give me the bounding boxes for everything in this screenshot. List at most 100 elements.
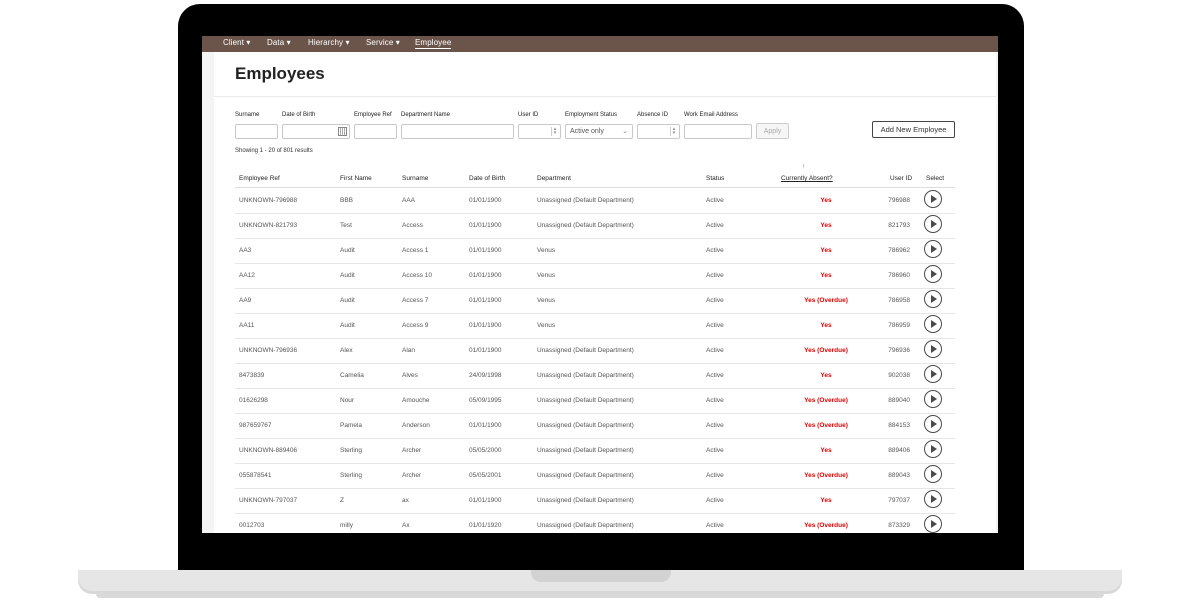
col-employee-ref[interactable]: Employee Ref (239, 175, 280, 182)
cell-dob: 01/01/1900 (469, 347, 502, 354)
cell-first-name: BBB (340, 197, 354, 204)
col-status[interactable]: Status (706, 175, 724, 182)
cell-dob: 01/01/1900 (469, 247, 502, 254)
cell-user-id: 889043 (888, 472, 910, 479)
cell-surname: Archer (402, 472, 422, 479)
sort-arrow-icon: ↑ (802, 164, 805, 170)
table-row: AA3 Audit Access 1 01/01/1900 Venus Active Yes… (235, 238, 955, 264)
cell-surname: AAA (402, 197, 416, 204)
absence-id-input[interactable]: ▴ ▾ (637, 124, 680, 139)
cell-status: Active (706, 497, 724, 504)
cell-department: Unassigned (Default Department) (537, 222, 634, 229)
nav-employee[interactable]: Employee (415, 38, 452, 49)
cell-first-name: Audit (340, 272, 355, 279)
table-row: 055878541 Sterling Archer 05/05/2001 Unassig… (235, 463, 955, 489)
cell-dob: 05/05/2000 (469, 447, 502, 454)
cell-department: Unassigned (Default Department) (537, 447, 634, 454)
nav-hierarchy[interactable]: Hierarchy ▾ (308, 38, 350, 47)
col-currently-absent[interactable]: Currently Absent? (781, 175, 833, 182)
main-content: Employees Surname Date of Birth Employee… (214, 52, 996, 533)
select-play-icon[interactable] (924, 490, 942, 508)
col-department[interactable]: Department (537, 175, 571, 182)
laptop-shadow (96, 594, 1104, 598)
cell-status: Active (706, 297, 724, 304)
department-input[interactable] (401, 124, 514, 139)
select-play-icon[interactable] (924, 315, 942, 333)
user-id-label: User ID (518, 112, 539, 118)
cell-dob: 01/01/1900 (469, 497, 502, 504)
cell-employee-ref: AA9 (239, 297, 252, 304)
cell-surname: Access (402, 222, 423, 229)
select-play-icon[interactable] (924, 340, 942, 358)
cell-department: Unassigned (Default Department) (537, 522, 634, 529)
title-bar: Employees (214, 52, 996, 97)
cell-status: Active (706, 197, 724, 204)
cell-employee-ref: 055878541 (239, 472, 272, 479)
table-row: UNKNOWN-889406 Sterling Archer 05/05/2000 Un… (235, 438, 955, 464)
cell-employee-ref: UNKNOWN-889406 (239, 447, 298, 454)
cell-user-id: 786960 (888, 272, 910, 279)
apply-button[interactable]: Apply (756, 123, 789, 139)
select-play-icon[interactable] (924, 465, 942, 483)
cell-status: Active (706, 272, 724, 279)
select-play-icon[interactable] (924, 440, 942, 458)
screen: Client ▾ Data ▾ Hierarchy ▾ Service ▾ Em… (202, 36, 998, 533)
select-play-icon[interactable] (924, 265, 942, 283)
select-play-icon[interactable] (924, 365, 942, 383)
select-play-icon[interactable] (924, 415, 942, 433)
cell-first-name: Test (340, 222, 352, 229)
cell-surname: Access 7 (402, 297, 429, 304)
employee-ref-label: Employee Ref (354, 112, 392, 118)
select-play-icon[interactable] (924, 515, 942, 533)
col-user-id[interactable]: User ID (890, 175, 912, 182)
cell-first-name: Camelia (340, 372, 364, 379)
cell-department: Unassigned (Default Department) (537, 347, 634, 354)
nav-client[interactable]: Client ▾ (223, 38, 251, 47)
cell-dob: 01/01/1900 (469, 322, 502, 329)
cell-surname: Alves (402, 372, 418, 379)
work-email-label: Work Email Address (684, 112, 738, 118)
cell-user-id: 797037 (888, 497, 910, 504)
work-email-input[interactable] (684, 124, 752, 139)
table-header: ↑ Employee Ref First Name Surname Date o… (235, 164, 955, 188)
table-row: 01626298 Nour Amouche 05/09/1995 Unassigned … (235, 388, 955, 414)
cell-department: Unassigned (Default Department) (537, 372, 634, 379)
employee-ref-input[interactable] (354, 124, 397, 139)
cell-employee-ref: 0012703 (239, 522, 265, 529)
cell-user-id: 889040 (888, 397, 910, 404)
cell-first-name: Z (340, 497, 344, 504)
nav-data[interactable]: Data ▾ (267, 38, 291, 47)
table-row: AA9 Audit Access 7 01/01/1900 Venus Active Yes… (235, 288, 955, 314)
table-row: UNKNOWN-796988 BBB AAA 01/01/1900 Unassigned… (235, 188, 955, 214)
calendar-icon[interactable] (338, 127, 347, 136)
cell-surname: Access 10 (402, 272, 432, 279)
cell-status: Active (706, 247, 724, 254)
select-play-icon[interactable] (924, 190, 942, 208)
cell-first-name: Audit (340, 322, 355, 329)
cell-employee-ref: UNKNOWN-796936 (239, 347, 298, 354)
employment-status-label: Employment Status (565, 112, 618, 118)
dob-label: Date of Birth (282, 112, 316, 118)
spinner-icon[interactable]: ▴ ▾ (670, 127, 677, 136)
surname-input[interactable] (235, 124, 278, 139)
cell-dob: 01/01/1920 (469, 522, 502, 529)
nav-service[interactable]: Service ▾ (366, 38, 400, 47)
add-new-employee-button[interactable]: Add New Employee (872, 121, 955, 138)
col-first-name[interactable]: First Name (340, 175, 372, 182)
select-play-icon[interactable] (924, 290, 942, 308)
cell-dob: 01/01/1900 (469, 197, 502, 204)
cell-surname: Alan (402, 347, 416, 354)
cell-first-name: milly (340, 522, 353, 529)
employment-status-value: Active only (570, 128, 604, 135)
user-id-input[interactable]: ▴ ▾ (518, 124, 561, 139)
select-play-icon[interactable] (924, 390, 942, 408)
cell-user-id: 796988 (888, 197, 910, 204)
col-surname[interactable]: Surname (402, 175, 428, 182)
table-row: 0012703 milly Ax 01/01/1920 Unassigned (Defa… (235, 513, 955, 533)
col-dob[interactable]: Date of Birth (469, 175, 505, 182)
spinner-icon[interactable]: ▴ ▾ (551, 127, 558, 136)
select-play-icon[interactable] (924, 240, 942, 258)
dob-input[interactable] (282, 124, 350, 139)
employment-status-select[interactable]: Active only ⌄ (565, 124, 633, 139)
select-play-icon[interactable] (924, 215, 942, 233)
